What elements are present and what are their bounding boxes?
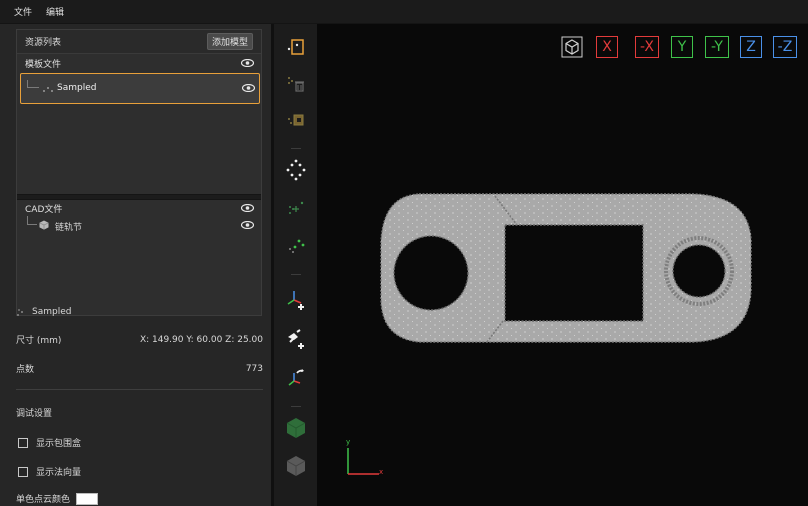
template-section-title: 模板文件 [25,59,62,70]
isometric-view-icon[interactable] [561,36,583,58]
show-normals-label: 显示法向量 [36,468,82,478]
add-grasp-icon[interactable] [283,326,309,352]
show-bbox-option[interactable]: 显示包围盒 [18,436,81,449]
add-frame-icon[interactable] [283,286,309,312]
tree-connector [27,80,39,88]
points-value: 773 [245,363,263,374]
cube-icon [39,220,49,230]
add-points-icon[interactable] [283,196,309,222]
eye-icon[interactable] [242,84,255,92]
cad-item-row[interactable]: 链轨节 [25,216,255,234]
sample-points-icon[interactable] [283,157,309,183]
view-neg-z-button[interactable]: -Z [773,36,797,58]
selected-object-name: Sampled [32,307,72,317]
vertical-toolbar [271,24,317,506]
eye-icon[interactable] [241,59,254,67]
size-label: 尺寸 (mm) [16,336,62,346]
debug-settings-title-row: 调试设置 [16,406,263,419]
show-bbox-checkbox[interactable] [18,437,28,448]
add-model-button[interactable]: 添加模型 [206,33,253,50]
eye-icon[interactable] [241,204,254,212]
mono-color-label: 单色点云颜色 [16,495,71,505]
template-item-sampled[interactable]: Sampled [20,73,260,104]
menu-file[interactable]: 文件 [14,5,32,18]
axis-y-label: y [346,438,351,446]
toolbar-separator [291,406,301,407]
view-y-button[interactable]: Y [671,36,693,58]
point-cloud-model [380,193,752,343]
axis-x-label: x [379,468,384,476]
point-cloud-icon [16,307,28,317]
rotate-frame-icon[interactable] [283,365,309,391]
points-row: 点数 773 [16,362,263,376]
pick-points-icon[interactable] [283,233,309,259]
view-neg-y-button[interactable]: -Y [705,36,729,58]
section-divider[interactable] [17,194,261,200]
view-z-button[interactable]: Z [740,36,762,58]
size-value: X: 149.90 Y: 60.00 Z: 25.00 [139,334,263,345]
show-bbox-label: 显示包围盒 [36,439,82,449]
resource-list-title: 资源列表 [25,38,62,48]
view-neg-x-button[interactable]: -X [635,36,659,58]
show-normals-option[interactable]: 显示法向量 [18,465,81,478]
left-panel: 资源列表 添加模型 模板文件 Sampled CAD文件 链轨节 Sampled… [0,24,271,506]
resource-list-header: 资源列表 添加模型 [17,30,261,54]
show-normals-checkbox[interactable] [18,466,28,477]
tree-connector [27,216,37,225]
menu-edit[interactable]: 编辑 [46,5,64,18]
model-cube-icon[interactable] [283,415,309,441]
cad-section-title: CAD文件 [25,204,63,215]
menu-bar: 文件 编辑 [0,0,808,24]
bounding-cube-icon[interactable] [283,453,309,479]
separator [16,389,263,390]
debug-settings-title: 调试设置 [16,409,53,419]
mono-color-row: 单色点云颜色 [16,492,99,505]
view-x-button[interactable]: X [596,36,618,58]
crop-points-icon[interactable] [283,108,309,134]
toolbar-separator [291,274,301,275]
toolbar-separator [291,148,301,149]
mono-color-swatch[interactable] [76,492,99,505]
delete-points-icon[interactable] [283,71,309,97]
3d-viewport[interactable]: X -X Y -Y Z -Z y x [317,24,808,506]
eye-icon[interactable] [241,221,254,229]
selected-object-row: Sampled [16,307,263,317]
resource-list-panel: 资源列表 添加模型 模板文件 Sampled CAD文件 链轨节 [16,29,262,316]
point-cloud-icon [41,84,55,94]
cad-item-label: 链轨节 [55,223,83,233]
template-item-label: Sampled [57,83,97,93]
size-row: 尺寸 (mm) X: 149.90 Y: 60.00 Z: 25.00 [16,333,263,347]
select-point-tool-icon[interactable] [283,34,309,60]
points-label: 点数 [16,365,35,375]
